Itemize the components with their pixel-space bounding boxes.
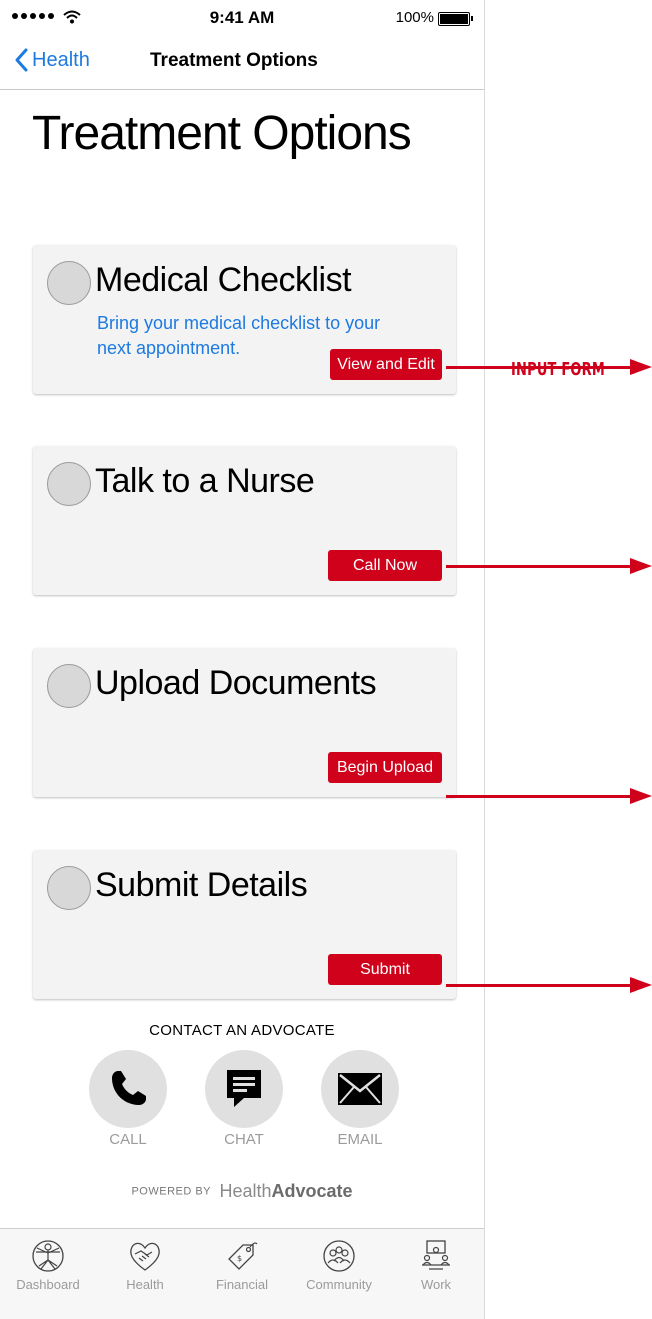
back-button[interactable]: Health bbox=[14, 48, 90, 72]
radio-button[interactable] bbox=[47, 866, 91, 910]
contact-label: EMAIL bbox=[337, 1131, 383, 1148]
tab-label: Health bbox=[126, 1277, 164, 1292]
tab-label: Community bbox=[306, 1277, 372, 1292]
contact-label: CALL bbox=[109, 1131, 147, 1148]
card-upload-documents: Upload Documents Begin Upload bbox=[33, 648, 456, 797]
contact-label: CHAT bbox=[224, 1131, 264, 1148]
health-advocate-logo: HealthAdvocate bbox=[219, 1181, 352, 1201]
powered-by-prefix: POWERED BY bbox=[131, 1185, 212, 1198]
tab-dashboard[interactable]: Dashboard bbox=[0, 1239, 96, 1292]
call-now-button[interactable]: Call Now bbox=[328, 550, 442, 581]
price-tag-icon: $ bbox=[228, 1242, 258, 1270]
begin-upload-button[interactable]: Begin Upload bbox=[328, 752, 442, 783]
tab-label: Work bbox=[420, 1277, 452, 1292]
card-title: Upload Documents bbox=[95, 664, 377, 702]
community-people-icon bbox=[323, 1240, 355, 1272]
view-and-edit-button[interactable]: View and Edit bbox=[330, 349, 442, 380]
back-button-label: Health bbox=[32, 48, 90, 71]
contact-heading: CONTACT AN ADVOCATE bbox=[149, 1022, 335, 1039]
navigation-bar: Health Treatment Options bbox=[0, 40, 484, 90]
annotation-arrow bbox=[446, 558, 652, 574]
chevron-left-icon bbox=[15, 48, 28, 72]
phone-icon bbox=[112, 1071, 146, 1105]
arrow-head-icon bbox=[630, 788, 652, 804]
tab-label: Dashboard bbox=[16, 1277, 80, 1292]
tab-community[interactable]: Community bbox=[291, 1239, 387, 1292]
annotation-arrow bbox=[446, 788, 652, 804]
annotation-arrow bbox=[446, 359, 652, 375]
chat-icon bbox=[227, 1070, 261, 1107]
card-title: Medical Checklist bbox=[95, 261, 352, 299]
tab-label: Financial bbox=[215, 1277, 269, 1292]
page-title: Treatment Options bbox=[32, 107, 412, 160]
radio-button[interactable] bbox=[47, 664, 91, 708]
brand-light: Health bbox=[219, 1181, 272, 1201]
contact-chat-button[interactable]: CHAT bbox=[204, 1050, 284, 1148]
status-bar: 9:41 AM 100% bbox=[0, 0, 484, 40]
nav-title: Treatment Options bbox=[150, 50, 318, 71]
battery-icon bbox=[438, 12, 473, 26]
annotation-arrow bbox=[446, 977, 652, 993]
submit-button[interactable]: Submit bbox=[328, 954, 442, 985]
handshake-heart-icon bbox=[130, 1242, 160, 1271]
tab-bar: Dashboard Health $ Financial Community W… bbox=[0, 1228, 484, 1319]
radio-button[interactable] bbox=[47, 462, 91, 506]
arrow-head-icon bbox=[630, 977, 652, 993]
battery-percentage: 100% bbox=[395, 9, 434, 26]
card-title: Talk to a Nurse bbox=[95, 462, 315, 500]
arrow-head-icon bbox=[630, 558, 652, 574]
tab-health[interactable]: Health bbox=[97, 1239, 193, 1292]
contact-call-button[interactable]: CALL bbox=[88, 1050, 168, 1148]
vitruvian-man-icon bbox=[32, 1240, 64, 1272]
svg-text:$: $ bbox=[237, 1254, 242, 1263]
card-medical-checklist: Medical Checklist Bring your medical che… bbox=[33, 245, 456, 394]
card-title: Submit Details bbox=[95, 866, 308, 904]
brand-bold: Advocate bbox=[271, 1181, 353, 1201]
card-submit-details: Submit Details Submit bbox=[33, 850, 456, 999]
contact-email-button[interactable]: EMAIL bbox=[320, 1050, 400, 1148]
card-talk-to-nurse: Talk to a Nurse Call Now bbox=[33, 446, 456, 595]
envelope-icon bbox=[338, 1073, 382, 1105]
tab-work[interactable]: Work bbox=[388, 1239, 484, 1292]
phone-screen: 9:41 AM 100% Health Treatment Options Tr… bbox=[0, 0, 485, 1319]
meeting-table-icon bbox=[422, 1240, 450, 1270]
tab-financial[interactable]: $ Financial bbox=[194, 1239, 290, 1292]
arrow-head-icon bbox=[630, 359, 652, 375]
powered-by: POWERED BY HealthAdvocate bbox=[0, 1181, 484, 1202]
radio-button[interactable] bbox=[47, 261, 91, 305]
